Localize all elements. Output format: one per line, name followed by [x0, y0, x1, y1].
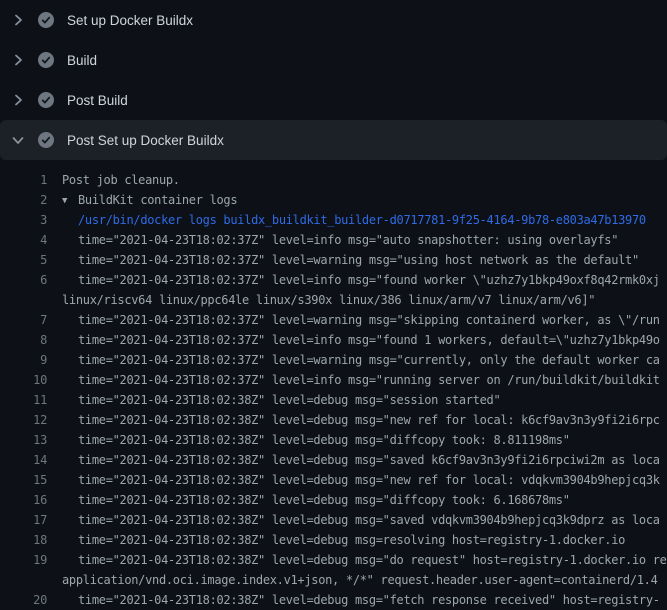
check-circle-icon — [38, 92, 54, 108]
line-number[interactable]: 18 — [0, 533, 47, 547]
log-line: 18time="2021-04-23T18:02:38Z" level=debu… — [0, 530, 667, 550]
log-line: 6time="2021-04-23T18:02:37Z" level=info … — [0, 270, 667, 290]
log-line: 14time="2021-04-23T18:02:38Z" level=debu… — [0, 450, 667, 470]
line-number[interactable]: 10 — [0, 373, 47, 387]
log-text: time="2021-04-23T18:02:38Z" level=debug … — [47, 553, 667, 567]
log-text: time="2021-04-23T18:02:38Z" level=debug … — [47, 413, 660, 427]
line-number[interactable]: 15 — [0, 473, 47, 487]
log-text: time="2021-04-23T18:02:37Z" level=warnin… — [47, 353, 660, 367]
log-text: time="2021-04-23T18:02:38Z" level=debug … — [47, 593, 660, 607]
log-text: time="2021-04-23T18:02:37Z" level=info m… — [47, 233, 618, 247]
log-line: 8time="2021-04-23T18:02:37Z" level=info … — [0, 330, 667, 350]
line-number[interactable]: 6 — [0, 273, 47, 287]
log-text: Post job cleanup. — [47, 173, 180, 187]
log-line: 3/usr/bin/docker logs buildx_buildkit_bu… — [0, 210, 667, 230]
line-number[interactable]: 1 — [0, 173, 47, 187]
log-text: time="2021-04-23T18:02:38Z" level=debug … — [47, 533, 625, 547]
line-number[interactable]: 17 — [0, 513, 47, 527]
log-text: time="2021-04-23T18:02:37Z" level=info m… — [47, 373, 660, 387]
log-line: 12time="2021-04-23T18:02:38Z" level=debu… — [0, 410, 667, 430]
step-row-post-set-up-docker-buildx[interactable]: Post Set up Docker Buildx — [0, 120, 667, 160]
step-label: Post Set up Docker Buildx — [67, 133, 224, 148]
line-number[interactable]: 2 — [0, 193, 47, 207]
line-number[interactable]: 11 — [0, 393, 47, 407]
log-text: time="2021-04-23T18:02:37Z" level=info m… — [47, 273, 660, 287]
line-number[interactable]: 3 — [0, 213, 47, 227]
line-number[interactable]: 20 — [0, 593, 47, 607]
line-number[interactable]: 8 — [0, 333, 47, 347]
log-line: 11time="2021-04-23T18:02:38Z" level=debu… — [0, 390, 667, 410]
log-line: 19time="2021-04-23T18:02:38Z" level=debu… — [0, 550, 667, 570]
log-text: ▼BuildKit container logs — [47, 193, 237, 207]
steps-list: Set up Docker Buildx Build Post Build Post … — [0, 0, 667, 160]
log-line: 1Post job cleanup. — [0, 170, 667, 190]
log-text: time="2021-04-23T18:02:37Z" level=warnin… — [47, 253, 639, 267]
log-text: time="2021-04-23T18:02:38Z" level=debug … — [47, 453, 660, 467]
log-command-text: /usr/bin/docker logs buildx_buildkit_bui… — [47, 213, 646, 227]
check-circle-icon — [38, 132, 54, 148]
log-line: 16time="2021-04-23T18:02:38Z" level=debu… — [0, 490, 667, 510]
line-number[interactable]: 7 — [0, 313, 47, 327]
line-number[interactable]: 9 — [0, 353, 47, 367]
step-row-build[interactable]: Build — [0, 40, 667, 80]
log-line: 15time="2021-04-23T18:02:38Z" level=debu… — [0, 470, 667, 490]
step-label: Post Build — [67, 93, 128, 108]
log-text: application/vnd.oci.image.index.v1+json,… — [47, 573, 658, 587]
log-line: 7time="2021-04-23T18:02:37Z" level=warni… — [0, 310, 667, 330]
log-text: time="2021-04-23T18:02:38Z" level=debug … — [47, 513, 660, 527]
check-circle-icon — [38, 52, 54, 68]
log-line: 10time="2021-04-23T18:02:37Z" level=info… — [0, 370, 667, 390]
triangle-down-icon: ▼ — [62, 196, 78, 206]
line-number[interactable]: 14 — [0, 453, 47, 467]
log-line: 4time="2021-04-23T18:02:37Z" level=info … — [0, 230, 667, 250]
log-text: time="2021-04-23T18:02:38Z" level=debug … — [47, 473, 660, 487]
log-lines: 1Post job cleanup.2▼BuildKit container l… — [0, 160, 667, 610]
log-line-wrap: linux/riscv64 linux/ppc64le linux/s390x … — [0, 290, 667, 310]
log-group-label: BuildKit container logs — [78, 193, 237, 207]
log-line-wrap: application/vnd.oci.image.index.v1+json,… — [0, 570, 667, 590]
log-line: 5time="2021-04-23T18:02:37Z" level=warni… — [0, 250, 667, 270]
log-line: 17time="2021-04-23T18:02:38Z" level=debu… — [0, 510, 667, 530]
line-number[interactable]: 4 — [0, 233, 47, 247]
log-line: 9time="2021-04-23T18:02:37Z" level=warni… — [0, 350, 667, 370]
log-line: 20time="2021-04-23T18:02:38Z" level=debu… — [0, 590, 667, 610]
step-row-set-up-docker-buildx[interactable]: Set up Docker Buildx — [0, 0, 667, 40]
log-text: time="2021-04-23T18:02:38Z" level=debug … — [47, 493, 570, 507]
step-label: Set up Docker Buildx — [67, 13, 193, 28]
chevron-right-icon — [10, 12, 26, 28]
chevron-right-icon — [10, 52, 26, 68]
line-number[interactable]: 16 — [0, 493, 47, 507]
log-text: time="2021-04-23T18:02:38Z" level=debug … — [47, 393, 500, 407]
log-text: time="2021-04-23T18:02:37Z" level=warnin… — [47, 313, 660, 327]
step-label: Build — [67, 53, 97, 68]
chevron-right-icon — [10, 92, 26, 108]
log-text: time="2021-04-23T18:02:37Z" level=info m… — [47, 333, 660, 347]
line-number[interactable]: 12 — [0, 413, 47, 427]
line-number[interactable]: 13 — [0, 433, 47, 447]
log-text: linux/riscv64 linux/ppc64le linux/s390x … — [47, 293, 595, 307]
step-row-post-build[interactable]: Post Build — [0, 80, 667, 120]
check-circle-icon — [38, 12, 54, 28]
log-line: 13time="2021-04-23T18:02:38Z" level=debu… — [0, 430, 667, 450]
log-text: time="2021-04-23T18:02:38Z" level=debug … — [47, 433, 570, 447]
chevron-down-icon — [10, 132, 26, 148]
line-number[interactable]: 5 — [0, 253, 47, 267]
log-group-toggle-row[interactable]: 2▼BuildKit container logs — [0, 190, 667, 210]
line-number[interactable]: 19 — [0, 553, 47, 567]
